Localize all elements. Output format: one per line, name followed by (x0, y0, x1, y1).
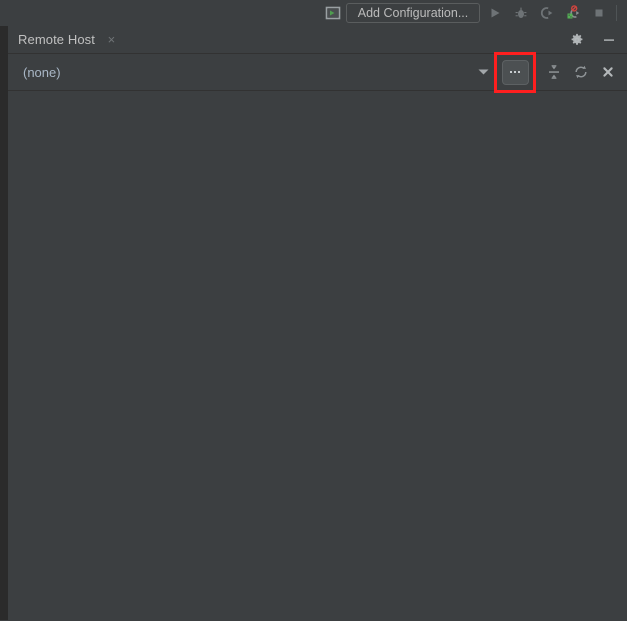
profile-disabled-icon[interactable] (560, 0, 586, 26)
host-select-combobox[interactable]: (none) (8, 54, 472, 90)
ide-main-toolbar: Add Configuration... (0, 0, 627, 26)
close-panel-icon[interactable] (597, 61, 619, 83)
chevron-down-icon[interactable] (472, 54, 494, 90)
refresh-icon[interactable] (570, 61, 592, 83)
run-widget-icon[interactable] (320, 0, 346, 26)
tool-window-header-actions (566, 29, 627, 51)
ellipsis-dot-2 (514, 71, 516, 73)
debug-icon[interactable] (508, 0, 534, 26)
browse-ellipsis-button[interactable] (501, 59, 529, 85)
run-icon[interactable] (482, 0, 508, 26)
stop-icon[interactable] (586, 0, 612, 26)
run-with-coverage-icon[interactable] (534, 0, 560, 26)
left-tool-gutter (0, 26, 8, 620)
host-select-value: (none) (23, 64, 61, 80)
remote-host-toolbar-actions (494, 51, 627, 93)
ellipsis-dot-1 (510, 71, 512, 73)
hide-minimize-icon[interactable] (598, 29, 620, 51)
remote-host-toolbar: (none) (8, 51, 627, 93)
settings-gear-icon[interactable] (566, 29, 588, 51)
tab-remote-host[interactable]: Remote Host × (8, 26, 124, 53)
ellipsis-dot-3 (518, 71, 520, 73)
add-configuration-button[interactable]: Add Configuration... (346, 3, 480, 23)
browse-button-highlight (494, 51, 536, 93)
tool-window-header: Remote Host × (8, 26, 627, 54)
remote-host-content-area (8, 91, 627, 621)
collapse-all-icon[interactable] (543, 61, 565, 83)
tab-close-icon[interactable]: × (105, 33, 118, 46)
remote-host-tool-window: Remote Host × (none) (8, 26, 627, 621)
toolbar-divider (616, 5, 617, 21)
tab-remote-host-label: Remote Host (18, 32, 95, 47)
